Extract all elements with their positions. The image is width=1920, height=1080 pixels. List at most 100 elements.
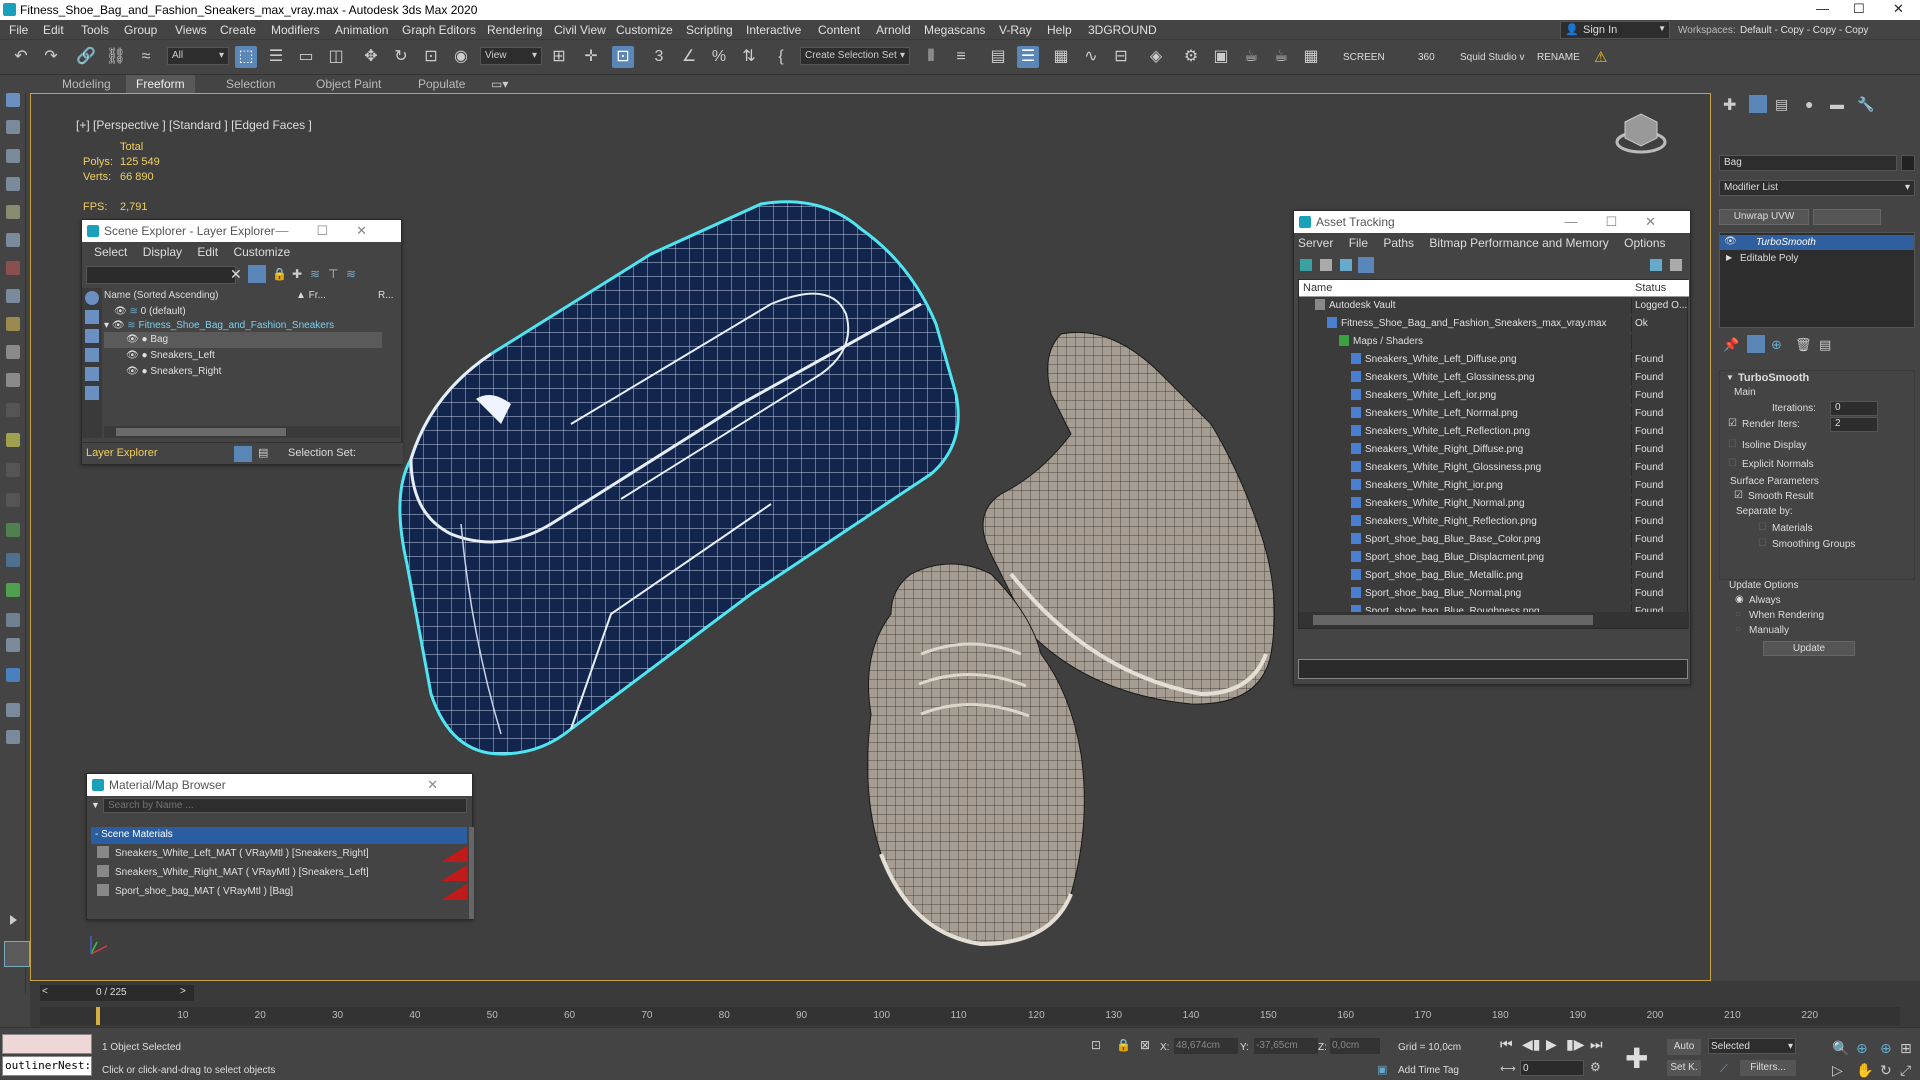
link-icon[interactable]: 🔗 [75,46,97,68]
column-render-header[interactable]: R... [378,288,394,304]
asset-row[interactable]: Sneakers_White_Left_Normal.png Found [1299,406,1689,422]
render-setup-icon[interactable]: ⚙ [1180,46,1202,68]
y-coordinate-field[interactable]: -37,65cm [1254,1038,1318,1054]
tool-icon[interactable] [6,345,20,359]
menu-scripting[interactable]: Scripting [686,23,733,37]
tool-icon[interactable] [6,553,20,567]
menu-customize[interactable]: Customize [616,23,673,37]
scene-materials-group[interactable]: - Scene Materials [91,827,467,844]
se-menu-select[interactable]: Select [94,245,127,259]
render-iters-spinner[interactable]: 2 [1830,417,1878,432]
tree-row[interactable]: 👁 ● Sneakers_Right [104,364,344,380]
asset-row[interactable]: Sneakers_White_Left_Reflection.png Found [1299,424,1689,440]
modifier-list-dropdown[interactable]: Modifier List ▾ [1719,180,1915,196]
x-coordinate-field[interactable]: 48,674cm [1174,1038,1238,1054]
tool-icon[interactable] [6,177,20,191]
minimize-button[interactable]: — [1816,1,1829,16]
stack-item-turbosmooth[interactable]: 👁 TurboSmooth [1720,235,1914,250]
display-none-icon[interactable] [85,291,99,305]
asset-tracking-titlebar[interactable]: Asset Tracking —☐✕ [1294,211,1690,233]
new-layer-icon[interactable]: ✚ [292,267,302,281]
ribbon-options-icon[interactable]: ▭▾ [491,77,508,91]
scene-explorer-titlebar[interactable]: Scene Explorer - Layer Explorer —☐✕ [82,220,401,242]
pin-stack-icon[interactable]: 📌 [1723,337,1739,353]
set-key-button[interactable]: Set K. [1667,1060,1701,1076]
rect-selection-icon[interactable]: ▭ [295,46,317,68]
tool-icon[interactable] [6,433,20,447]
keyboard-shortcut-override-icon[interactable]: ⊡ [612,46,634,68]
search-options-icon[interactable]: ▼ [91,800,100,810]
at-menu-server[interactable]: Server [1298,236,1333,250]
percent-snap-icon[interactable]: % [708,46,730,68]
collapse-icon[interactable]: ⊤ [328,267,338,281]
tool-icon[interactable] [6,523,20,537]
prev-key-icon[interactable]: ◀▮ [1522,1036,1540,1053]
visibility-eye-icon[interactable]: 👁 [112,320,125,331]
zoom-all-icon[interactable]: ⊕ [1856,1040,1868,1057]
menu-modifiers[interactable]: Modifiers [271,23,320,37]
placement-icon[interactable]: ◉ [450,46,472,68]
tool-icon[interactable] [6,403,20,417]
key-filters-button[interactable]: Filters... [1740,1060,1796,1076]
scale-icon[interactable]: ⊡ [420,46,442,68]
asset-row[interactable]: Sneakers_White_Right_Normal.png Found [1299,496,1689,512]
tab-object-paint[interactable]: Object Paint [316,77,381,91]
asset-row[interactable]: Sneakers_White_Right_Glossiness.png Found [1299,460,1689,476]
asset-row[interactable]: Sneakers_White_Right_Diffuse.png Found [1299,442,1689,458]
tool-icon[interactable] [6,583,20,597]
layers-toggle-icon[interactable] [234,446,252,462]
curve-editor-icon[interactable]: ∿ [1080,46,1102,68]
named-selection-dropdown[interactable]: Create Selection Set ▾ [800,47,910,65]
tab-selection[interactable]: Selection [226,77,275,91]
render-activeshade-icon[interactable]: ▦ [1300,46,1322,68]
visibility-eye-icon[interactable]: 👁 [126,366,139,377]
tab-modeling[interactable]: Modeling [62,77,111,91]
spinner-snap-icon[interactable]: ⇅ [738,46,760,68]
menu-file[interactable]: File [9,23,28,37]
pan-icon[interactable]: ✋ [1856,1062,1873,1079]
maximize-button[interactable]: ☐ [1853,1,1865,17]
asset-row[interactable]: Maps / Shaders [1299,334,1689,350]
screen-script-button[interactable]: SCREEN [1343,52,1385,63]
at-menu-paths[interactable]: Paths [1383,236,1414,250]
menu-edit[interactable]: Edit [43,23,64,37]
toggle-ribbon-icon[interactable]: ▦ [1050,46,1072,68]
scrollbar-thumb[interactable] [116,428,286,436]
se-menu-edit[interactable]: Edit [197,245,218,259]
tool-icon[interactable] [6,613,20,627]
window-controls[interactable]: —☐✕ [275,220,395,242]
se-menu-customize[interactable]: Customize [233,245,290,259]
tab-populate[interactable]: Populate [418,77,465,91]
filter-icon[interactable] [248,265,266,283]
expand-arrow-icon[interactable] [10,915,17,925]
tool-icon[interactable] [6,233,20,247]
select-by-name-icon[interactable]: ☰ [265,46,287,68]
expand-arrow-icon[interactable]: ▾ [104,320,109,331]
show-end-result-icon[interactable] [1747,335,1765,353]
window-crossing-icon[interactable]: ◫ [325,46,347,68]
display-cameras-icon[interactable] [85,348,99,362]
tree-row[interactable]: 👁 ● Sneakers_Left [104,348,344,364]
absolute-mode-icon[interactable]: ⊠ [1140,1038,1150,1052]
z-coordinate-field[interactable]: 0,0cm [1330,1038,1380,1054]
material-search-input[interactable] [103,798,467,813]
sign-in-dropdown[interactable]: 👤 Sign In ▼ [1560,21,1670,39]
object-name-field[interactable]: Bag [1719,155,1897,171]
viewcube[interactable] [1615,113,1667,154]
asset-row[interactable]: Sneakers_White_Right_Reflection.png Found [1299,514,1689,530]
tool-icon[interactable] [6,317,20,331]
menu-arnold[interactable]: Arnold [876,23,911,37]
pivot-icon[interactable]: ⊞ [548,46,570,68]
key-filter-dropdown[interactable]: Selected ▾ [1708,1038,1796,1054]
clear-search-icon[interactable]: ✕ [230,266,242,283]
display-tab-icon[interactable]: ▬ [1830,96,1844,112]
tool-icon[interactable] [6,493,20,507]
menu-graph-editors[interactable]: Graph Editors [402,23,476,37]
tree-view-icon[interactable] [1340,259,1352,271]
smooth-result-checkbox[interactable]: ☑ [1734,490,1743,501]
material-item[interactable]: Sport_shoe_bag_MAT ( VRayMtl ) [Bag] [97,884,467,900]
asset-row[interactable]: Sneakers_White_Left_Glossiness.png Found [1299,370,1689,386]
unwrap-uvw-button[interactable]: Unwrap UVW [1719,209,1809,225]
asset-row[interactable]: Sport_shoe_bag_Blue_Displacment.png Found [1299,550,1689,566]
window-controls[interactable]: —☐✕ [1564,211,1684,233]
